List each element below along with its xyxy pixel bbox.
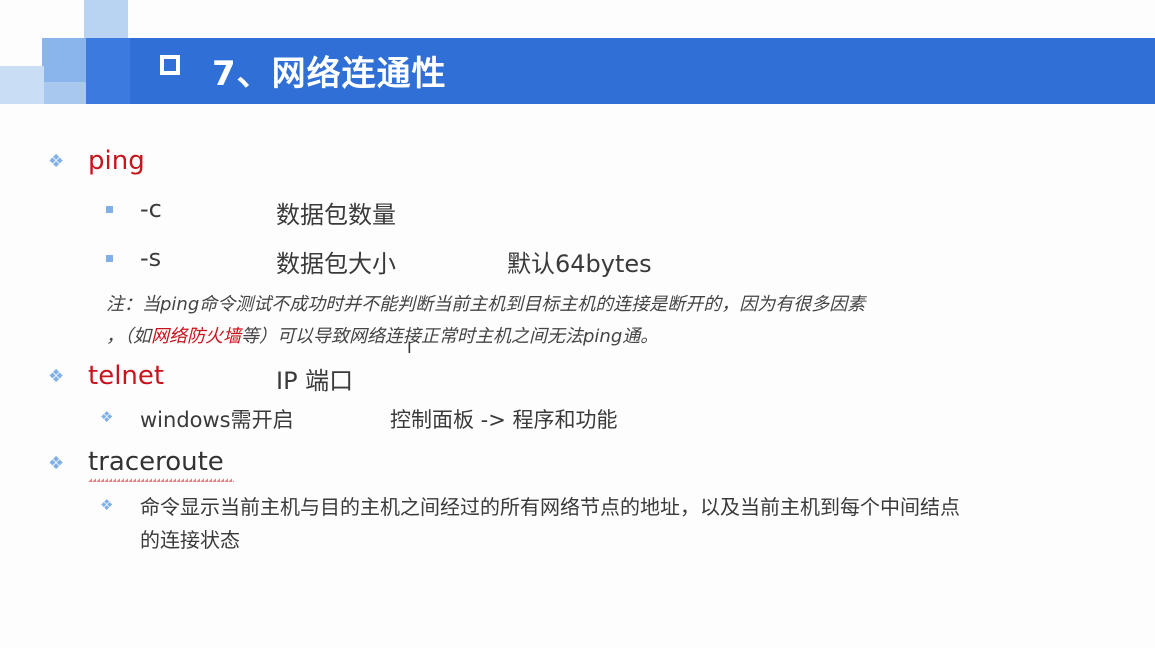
ping-s-default: 默认64bytes: [507, 250, 652, 278]
decor-square: [42, 38, 86, 82]
note-suffix: 等）可以导致网络连接正常时主机之间无法ping通。: [241, 326, 659, 347]
ping-s-desc: 数据包大小: [276, 250, 396, 278]
text-cursor-icon: I: [407, 338, 412, 357]
ping-note-line2: ，（如网络防火墙等）可以导致网络连接正常时主机之间无法ping通。: [106, 322, 658, 348]
spellcheck-underline: [88, 478, 234, 482]
traceroute-heading: traceroute: [88, 447, 224, 477]
ping-heading: ping: [88, 146, 145, 176]
slide-title: 7、网络连通性: [212, 54, 447, 94]
telnet-heading: telnet: [88, 361, 165, 391]
traceroute-desc-line1: 命令显示当前主机与目的主机之间经过的所有网络节点的地址，以及当前主机到每个中间结…: [140, 495, 960, 519]
diamond-bullet-icon: ❖: [48, 366, 65, 387]
telnet-control-panel-path: 控制面板 -> 程序和功能: [390, 408, 618, 432]
diamond-bullet-icon: ❖: [48, 151, 65, 172]
square-bullet-icon: [106, 255, 113, 262]
decor-square: [84, 0, 128, 38]
ping-note-line1: 注：当ping命令测试不成功时并不能判断当前主机到目标主机的连接是断开的，因为有…: [106, 294, 866, 315]
title-square-icon: [160, 55, 180, 75]
ping-s-flag: -s: [140, 244, 162, 272]
traceroute-desc-line2: 的连接状态: [140, 528, 240, 552]
ping-c-desc: 数据包数量: [276, 201, 396, 229]
diamond-bullet-icon: ❖: [100, 408, 114, 426]
telnet-args: IP 端口: [276, 367, 354, 395]
diamond-bullet-icon: ❖: [48, 453, 65, 474]
note-prefix: ，（如: [106, 326, 151, 347]
slide: 7、网络连通性 ❖ ping -c 数据包数量 -s 数据包大小 默认64byt…: [0, 0, 1155, 648]
telnet-windows-note: windows需开启: [140, 408, 294, 432]
ping-c-flag: -c: [140, 195, 162, 223]
square-bullet-icon: [106, 206, 113, 213]
decor-square: [86, 38, 130, 104]
decor-square: [0, 66, 44, 104]
diamond-bullet-icon: ❖: [100, 496, 114, 514]
decor-square: [44, 82, 86, 104]
note-highlight: 网络防火墙: [151, 326, 241, 347]
